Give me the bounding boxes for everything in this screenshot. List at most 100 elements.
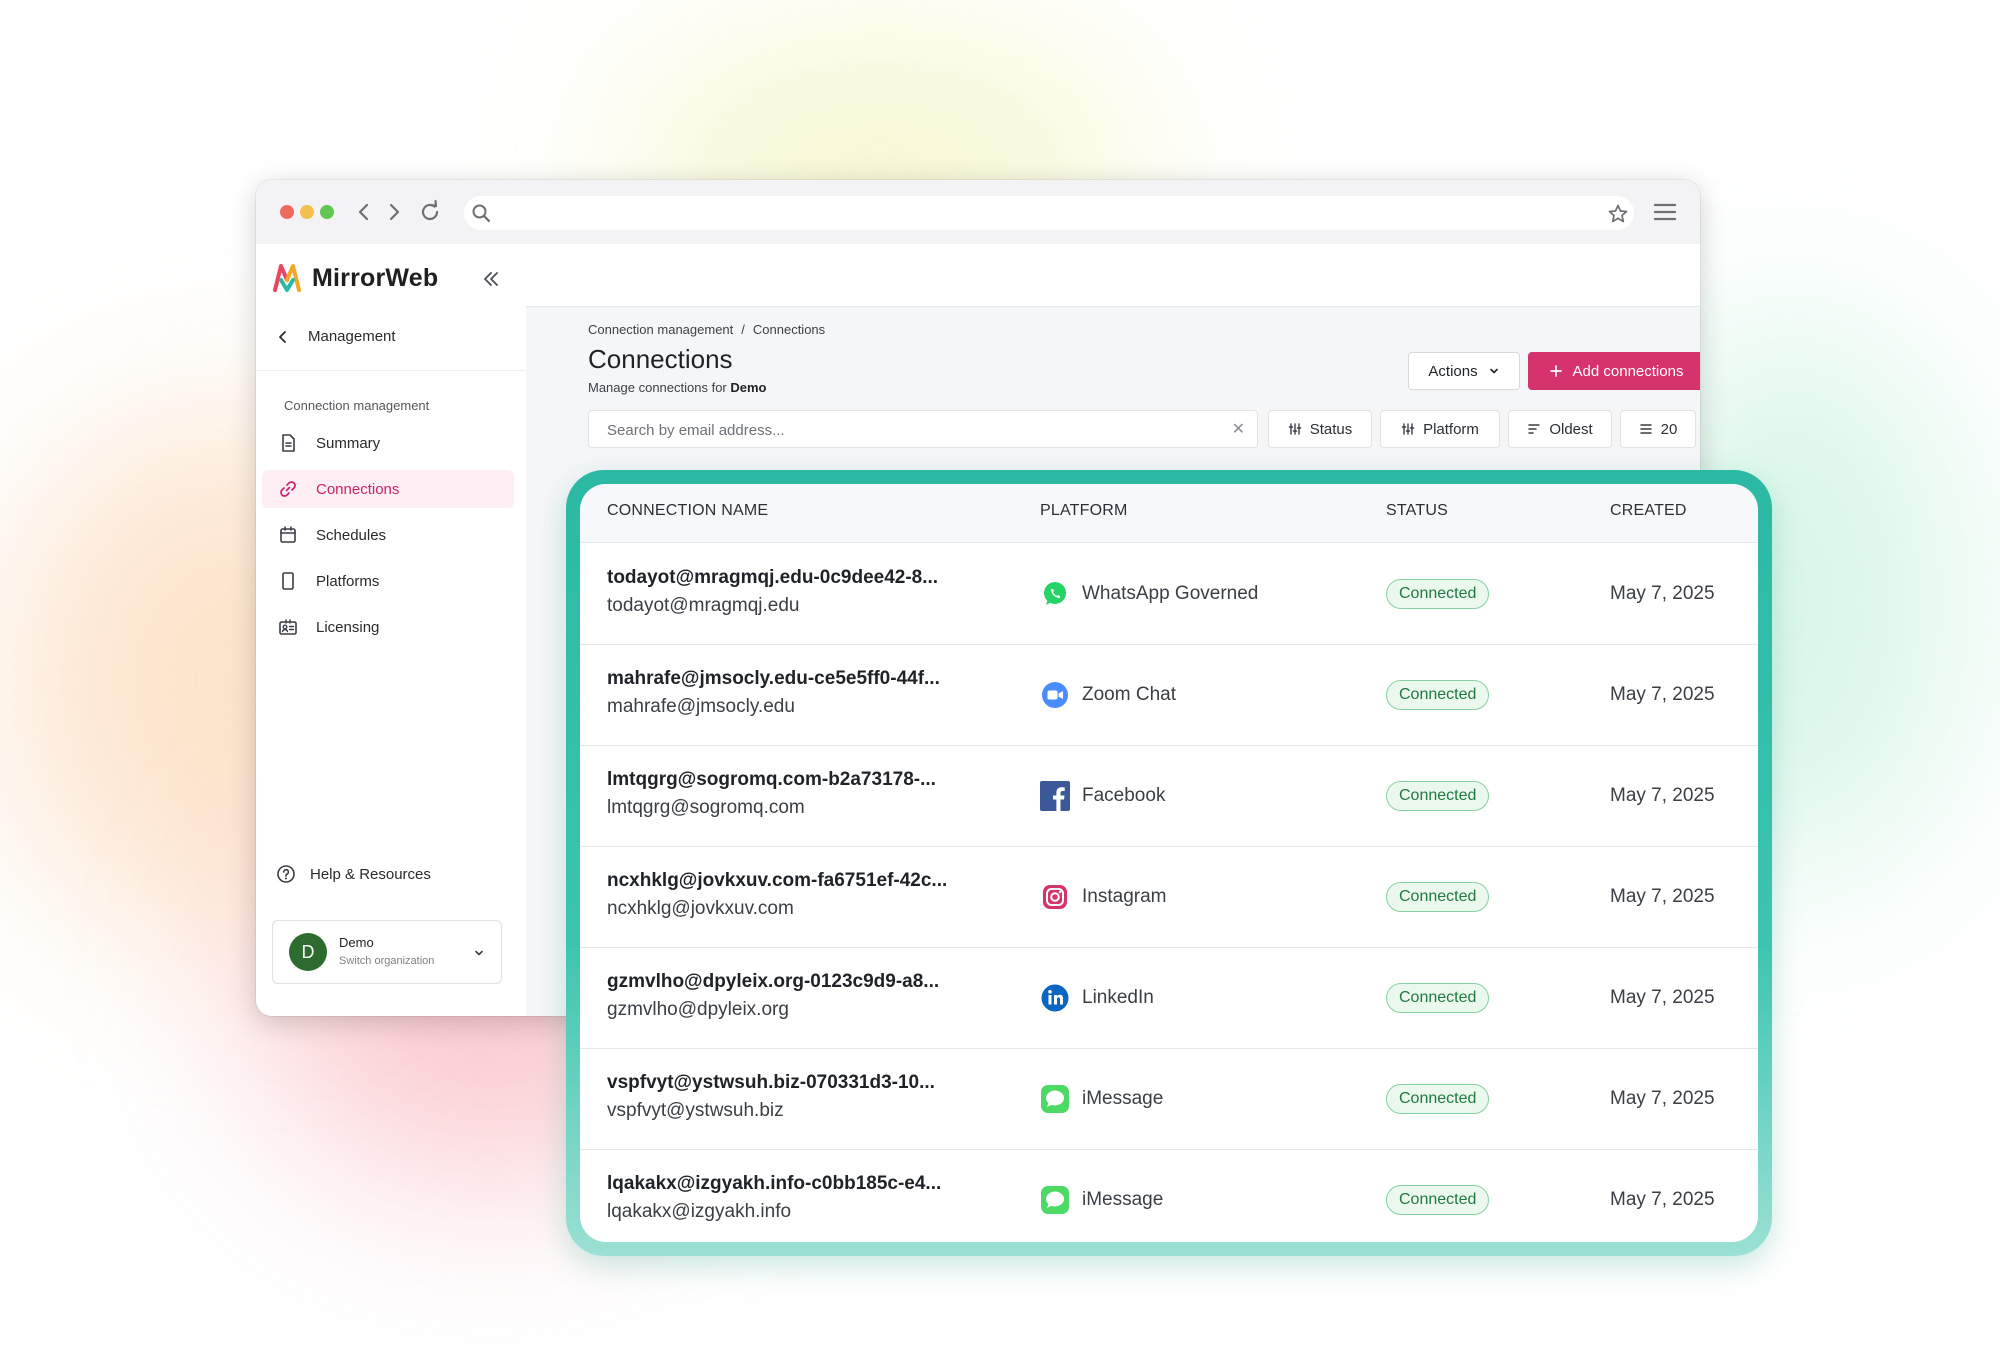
- zoom-icon: [1042, 682, 1068, 708]
- column-header-name[interactable]: CONNECTION NAME: [607, 502, 768, 520]
- logo-text: MirrorWeb: [312, 263, 439, 292]
- table-row[interactable]: vspfvyt@ystwsuh.biz-070331d3-10... vspfv…: [580, 1048, 1758, 1150]
- reload-icon[interactable]: [416, 198, 444, 226]
- breadcrumb: Connection management / Connections: [588, 322, 826, 337]
- connection-email: lqakakx@izgyakh.info: [607, 1201, 792, 1222]
- connections-table: CONNECTION NAME PLATFORM STATUS CREATED …: [580, 484, 1758, 1242]
- breadcrumb-current: Connections: [752, 322, 826, 337]
- platform-name: iMessage: [1082, 1189, 1164, 1210]
- sidebar-item-label: Connections: [316, 480, 400, 498]
- platform-filter-label: Platform: [1423, 420, 1479, 438]
- status-filter-button[interactable]: Status: [1268, 410, 1372, 448]
- connection-email: mahrafe@jmsocly.edu: [607, 696, 795, 717]
- linkedin-icon: [1041, 984, 1069, 1012]
- top-header: [526, 244, 1700, 307]
- app-logo: MirrorWeb: [272, 262, 438, 294]
- page-title: Connections: [588, 344, 733, 374]
- table-row[interactable]: todayot@mragmqj.edu-0c9dee42-8... todayo…: [580, 543, 1758, 645]
- plus-icon: [1549, 365, 1562, 377]
- connection-name[interactable]: lqakakx@izgyakh.info-c0bb185c-e4...: [607, 1173, 941, 1195]
- add-connections-button[interactable]: Add connections: [1528, 352, 1700, 390]
- mirrorweb-logo-icon: [273, 264, 301, 292]
- column-header-created[interactable]: CREATED: [1610, 502, 1687, 520]
- imessage-icon: [1041, 1085, 1069, 1113]
- sort-button[interactable]: Oldest: [1508, 410, 1612, 448]
- sidebar-item-licensing[interactable]: Licensing: [262, 608, 514, 646]
- browser-menu-icon[interactable]: [1652, 200, 1678, 224]
- created-date: May 7, 2025: [1610, 684, 1715, 705]
- actions-dropdown-button[interactable]: Actions: [1408, 352, 1520, 390]
- status-badge: Connected: [1386, 882, 1490, 912]
- status-badge: Connected: [1386, 1084, 1490, 1114]
- connection-name[interactable]: lmtqgrg@sogromq.com-b2a73178-...: [607, 769, 936, 791]
- platform-name: WhatsApp Governed: [1082, 583, 1259, 604]
- created-date: May 7, 2025: [1610, 1088, 1715, 1109]
- actions-label: Actions: [1428, 362, 1478, 380]
- page-size-label: 20: [1660, 420, 1678, 438]
- sidebar-item-platforms[interactable]: Platforms: [262, 562, 514, 600]
- back-to-management-link[interactable]: Management: [276, 328, 396, 345]
- table-row[interactable]: lmtqgrg@sogromq.com-b2a73178-... lmtqgrg…: [580, 745, 1758, 847]
- column-header-platform[interactable]: PLATFORM: [1040, 502, 1128, 520]
- connection-email: ncxhklg@jovkxuv.com: [607, 898, 794, 919]
- connection-name[interactable]: gzmvlho@dpyleix.org-0123c9d9-a8...: [607, 971, 939, 993]
- sidebar-item-summary[interactable]: Summary: [262, 424, 514, 462]
- id-card-icon: [279, 619, 297, 635]
- status-badge: Connected: [1386, 781, 1490, 811]
- platform-name: iMessage: [1082, 1088, 1164, 1109]
- bookmark-star-icon[interactable]: [1606, 202, 1630, 226]
- imessage-icon: [1041, 1186, 1069, 1214]
- help-circle-icon: [277, 865, 295, 883]
- sidebar-item-label: Schedules: [316, 526, 387, 544]
- help-resources-link[interactable]: Help & Resources: [276, 864, 431, 884]
- organization-name: Demo: [339, 935, 374, 950]
- table-row[interactable]: mahrafe@jmsocly.edu-ce5e5ff0-44f... mahr…: [580, 644, 1758, 746]
- search-input[interactable]: [605, 411, 1209, 449]
- filter-sliders-icon: [1288, 423, 1302, 435]
- document-icon: [282, 434, 295, 452]
- table-row[interactable]: lqakakx@izgyakh.info-c0bb185c-e4... lqak…: [580, 1149, 1758, 1242]
- connection-name[interactable]: todayot@mragmqj.edu-0c9dee42-8...: [607, 567, 938, 589]
- connection-email: todayot@mragmqj.edu: [607, 595, 800, 616]
- platform-name: LinkedIn: [1082, 987, 1154, 1008]
- platform-filter-button[interactable]: Platform: [1380, 410, 1500, 448]
- table-row[interactable]: ncxhklg@jovkxuv.com-fa6751ef-42c... ncxh…: [580, 846, 1758, 948]
- facebook-icon: [1040, 781, 1070, 811]
- forward-arrow-icon[interactable]: [380, 198, 408, 226]
- chevron-left-icon: [279, 330, 286, 343]
- sidebar-item-label: Platforms: [316, 572, 380, 590]
- sidebar-item-schedules[interactable]: Schedules: [262, 516, 514, 554]
- page-size-button[interactable]: 20: [1620, 410, 1696, 448]
- sidebar-item-label: Summary: [316, 434, 381, 452]
- connection-name[interactable]: ncxhklg@jovkxuv.com-fa6751ef-42c...: [607, 870, 947, 892]
- collapse-sidebar-icon[interactable]: [480, 268, 502, 290]
- close-window-button[interactable]: [280, 205, 294, 219]
- breadcrumb-item[interactable]: Connection management: [588, 322, 733, 337]
- created-date: May 7, 2025: [1610, 785, 1715, 806]
- minimize-window-button[interactable]: [300, 205, 314, 219]
- created-date: May 7, 2025: [1610, 1189, 1715, 1210]
- connection-name[interactable]: mahrafe@jmsocly.edu-ce5e5ff0-44f...: [607, 668, 940, 690]
- back-label: Management: [308, 328, 396, 345]
- address-bar[interactable]: [464, 196, 1634, 230]
- organization-switcher[interactable]: D Demo Switch organization: [272, 920, 502, 984]
- table-header: CONNECTION NAME PLATFORM STATUS CREATED: [580, 484, 1758, 543]
- page-subtitle: Manage connections for Demo: [588, 380, 767, 395]
- table-row[interactable]: gzmvlho@dpyleix.org-0123c9d9-a8... gzmvl…: [580, 947, 1758, 1049]
- link-icon: [280, 481, 296, 497]
- help-label: Help & Resources: [310, 865, 431, 883]
- back-arrow-icon[interactable]: [350, 198, 378, 226]
- sidebar-item-connections[interactable]: Connections: [262, 470, 514, 508]
- platform-name: Instagram: [1082, 886, 1167, 907]
- maximize-window-button[interactable]: [320, 205, 334, 219]
- sidebar-item-label: Licensing: [316, 618, 380, 636]
- status-badge: Connected: [1386, 1185, 1490, 1215]
- connection-name[interactable]: vspfvyt@ystwsuh.biz-070331d3-10...: [607, 1072, 935, 1094]
- sidebar: MirrorWeb Management Connection manageme…: [256, 244, 527, 1016]
- created-date: May 7, 2025: [1610, 987, 1715, 1008]
- sidebar-divider: [256, 370, 526, 371]
- column-header-status[interactable]: STATUS: [1386, 502, 1448, 520]
- switch-organization-label: Switch organization: [339, 955, 435, 967]
- clear-search-icon[interactable]: ✕: [1232, 419, 1245, 439]
- device-icon: [282, 572, 294, 590]
